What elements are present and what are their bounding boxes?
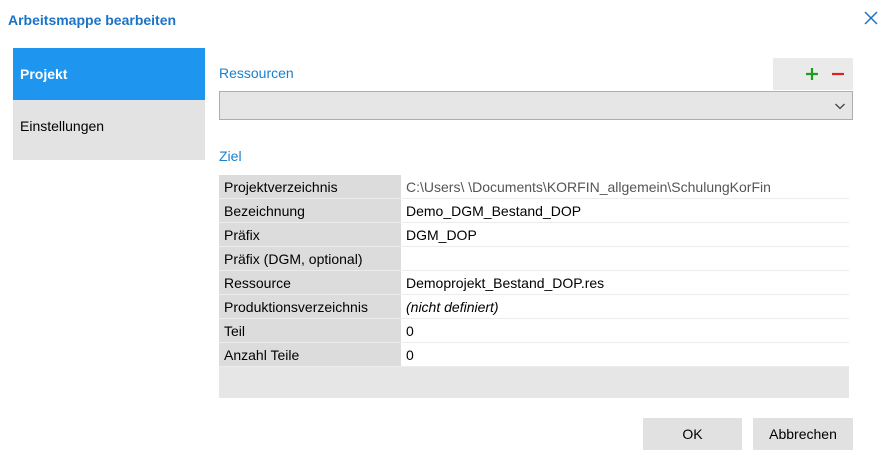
resources-dropdown[interactable] bbox=[219, 91, 853, 120]
property-row: Teil 0 bbox=[219, 319, 849, 343]
property-label-praefix: Präfix bbox=[219, 223, 401, 247]
minus-icon bbox=[832, 72, 844, 76]
property-label-projektverzeichnis: Projektverzeichnis bbox=[219, 175, 401, 199]
resources-section-label: Ressourcen bbox=[219, 65, 294, 81]
property-value-ressource[interactable]: Demoprojekt_Bestand_DOP.res bbox=[401, 271, 849, 295]
property-label-ressource: Ressource bbox=[219, 271, 401, 295]
property-value-anzahl-teile[interactable]: 0 bbox=[401, 343, 849, 367]
add-resource-button[interactable] bbox=[804, 66, 820, 82]
nav-item-projekt[interactable]: Projekt bbox=[13, 48, 205, 100]
close-icon bbox=[864, 11, 878, 25]
property-value-produktionsverzeichnis[interactable]: (nicht definiert) bbox=[401, 295, 849, 319]
property-label-teil: Teil bbox=[219, 319, 401, 343]
property-label-anzahl-teile: Anzahl Teile bbox=[219, 343, 401, 367]
property-label-bezeichnung: Bezeichnung bbox=[219, 199, 401, 223]
property-value-projektverzeichnis[interactable]: C:\Users\ \Documents\KORFIN_allgemein\Sc… bbox=[401, 175, 849, 199]
property-label-praefix-dgm: Präfix (DGM, optional) bbox=[219, 247, 401, 271]
property-value-praefix-dgm[interactable] bbox=[401, 247, 849, 271]
property-row: Projektverzeichnis C:\Users\ \Documents\… bbox=[219, 175, 849, 199]
ok-button[interactable]: OK bbox=[643, 418, 742, 450]
property-row: Ressource Demoprojekt_Bestand_DOP.res bbox=[219, 271, 849, 295]
chevron-down-icon bbox=[835, 103, 845, 110]
plus-icon bbox=[806, 68, 818, 80]
property-row: Bezeichnung Demo_DGM_Bestand_DOP bbox=[219, 199, 849, 223]
remove-resource-button[interactable] bbox=[830, 66, 846, 82]
cancel-button[interactable]: Abbrechen bbox=[753, 418, 853, 450]
property-row: Produktionsverzeichnis (nicht definiert) bbox=[219, 295, 849, 319]
close-button[interactable] bbox=[862, 9, 880, 27]
sidebar-nav: Projekt Einstellungen bbox=[13, 48, 205, 160]
resources-toolbar bbox=[773, 58, 853, 90]
property-value-teil[interactable]: 0 bbox=[401, 319, 849, 343]
property-row: Präfix DGM_DOP bbox=[219, 223, 849, 247]
property-label-produktionsverzeichnis: Produktionsverzeichnis bbox=[219, 295, 401, 319]
property-row: Anzahl Teile 0 bbox=[219, 343, 849, 367]
property-row: Präfix (DGM, optional) bbox=[219, 247, 849, 271]
dialog-title: Arbeitsmappe bearbeiten bbox=[8, 12, 177, 28]
property-value-praefix[interactable]: DGM_DOP bbox=[401, 223, 849, 247]
properties-grid: Projektverzeichnis C:\Users\ \Documents\… bbox=[219, 175, 849, 398]
target-section-label: Ziel bbox=[219, 148, 242, 164]
nav-item-einstellungen[interactable]: Einstellungen bbox=[13, 100, 205, 152]
property-value-bezeichnung[interactable]: Demo_DGM_Bestand_DOP bbox=[401, 199, 849, 223]
